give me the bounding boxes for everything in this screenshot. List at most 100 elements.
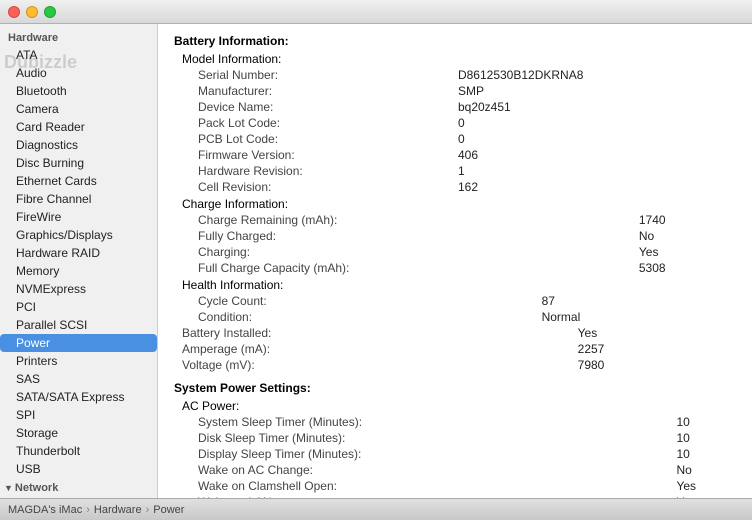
table-row: Voltage (mV):7980 (174, 357, 736, 373)
row-value: Yes (562, 325, 736, 341)
sidebar-item-hardware-raid[interactable]: Hardware RAID (0, 244, 157, 262)
breadcrumb-separator: › (146, 504, 150, 516)
row-label: System Sleep Timer (Minutes): (174, 414, 660, 430)
sidebar-item-graphics-displays[interactable]: Graphics/Displays (0, 226, 157, 244)
sidebar: HardwareATAAudioBluetoothCameraCard Read… (0, 24, 158, 498)
model-info-title: Model Information: (174, 52, 736, 66)
table-row: Hardware Revision:1 (174, 163, 736, 179)
table-row: Charge Remaining (mAh):1740 (174, 212, 736, 228)
table-row: PCB Lot Code:0 (174, 131, 736, 147)
row-value: 2257 (562, 341, 736, 357)
sidebar-item-ata[interactable]: ATA (0, 46, 157, 64)
row-label: Wake on Clamshell Open: (174, 478, 660, 494)
row-label: Cell Revision: (174, 179, 442, 195)
row-label: PCB Lot Code: (174, 131, 442, 147)
breadcrumb-item: Power (153, 504, 184, 516)
sidebar-section-hardware: Hardware (0, 28, 157, 46)
health-info-title: Health Information: (174, 278, 736, 292)
status-bar: MAGDA's iMac›Hardware›Power (0, 498, 752, 520)
row-value: bq20z451 (442, 99, 736, 115)
sidebar-item-storage[interactable]: Storage (0, 424, 157, 442)
maximize-button[interactable] (44, 6, 56, 18)
table-row: Charging:Yes (174, 244, 736, 260)
sidebar-item-firewire[interactable]: FireWire (0, 208, 157, 226)
breadcrumb-separator: › (86, 504, 90, 516)
charge-info-title: Charge Information: (174, 197, 736, 211)
content-area: Battery Information: Model Information:Se… (158, 24, 752, 498)
row-value: 10 (660, 446, 736, 462)
row-label: Condition: (174, 309, 526, 325)
table-row: Full Charge Capacity (mAh):5308 (174, 260, 736, 276)
minimize-button[interactable] (26, 6, 38, 18)
sidebar-item-diagnostics[interactable]: Diagnostics (0, 136, 157, 154)
row-value: 1 (442, 163, 736, 179)
sidebar-item-nvmexpress[interactable]: NVMExpress (0, 280, 157, 298)
table-row: Device Name:bq20z451 (174, 99, 736, 115)
table-row: System Sleep Timer (Minutes):10 (174, 414, 736, 430)
sidebar-item-audio[interactable]: Audio (0, 64, 157, 82)
window-controls[interactable] (8, 6, 56, 18)
sidebar-item-power[interactable]: Power (0, 334, 157, 352)
breadcrumb-item: Hardware (94, 504, 142, 516)
sidebar-item-disc-burning[interactable]: Disc Burning (0, 154, 157, 172)
row-value: SMP (442, 83, 736, 99)
sidebar-item-pci[interactable]: PCI (0, 298, 157, 316)
sidebar-item-printers[interactable]: Printers (0, 352, 157, 370)
sidebar-item-parallel-scsi[interactable]: Parallel SCSI (0, 316, 157, 334)
row-label: Device Name: (174, 99, 442, 115)
row-label: Manufacturer: (174, 83, 442, 99)
sidebar-item-memory[interactable]: Memory (0, 262, 157, 280)
model-info-table: Serial Number:D8612530B12DKRNA8Manufactu… (174, 67, 736, 195)
row-value: Yes (623, 244, 736, 260)
row-label: Cycle Count: (174, 293, 526, 309)
row-label: Pack Lot Code: (174, 115, 442, 131)
sidebar-item-spi[interactable]: SPI (0, 406, 157, 424)
sidebar-item-fibre-channel[interactable]: Fibre Channel (0, 190, 157, 208)
battery-misc-table: Battery Installed:YesAmperage (mA):2257V… (174, 325, 736, 373)
sidebar-section-network: ▼Network (0, 478, 157, 496)
table-row: Condition:Normal (174, 309, 736, 325)
row-value: 0 (442, 115, 736, 131)
table-row: Firmware Version:406 (174, 147, 736, 163)
row-value: 5308 (623, 260, 736, 276)
table-row: Cell Revision:162 (174, 179, 736, 195)
battery-info-title: Battery Information: (174, 34, 736, 48)
row-label: Firmware Version: (174, 147, 442, 163)
sidebar-item-sas[interactable]: SAS (0, 370, 157, 388)
triangle-icon: ▼ (4, 483, 13, 493)
row-value: 10 (660, 414, 736, 430)
sidebar-item-usb[interactable]: USB (0, 460, 157, 478)
row-label: Serial Number: (174, 67, 442, 83)
row-label: Wake on AC Change: (174, 462, 660, 478)
sidebar-item-firewall[interactable]: Firewall (0, 496, 157, 498)
table-row: Wake on Clamshell Open:Yes (174, 478, 736, 494)
sidebar-item-card-reader[interactable]: Card Reader (0, 118, 157, 136)
row-label: Charge Remaining (mAh): (174, 212, 623, 228)
row-label: Display Sleep Timer (Minutes): (174, 446, 660, 462)
table-row: Fully Charged:No (174, 228, 736, 244)
sidebar-item-bluetooth[interactable]: Bluetooth (0, 82, 157, 100)
row-label: Disk Sleep Timer (Minutes): (174, 430, 660, 446)
row-label: Amperage (mA): (174, 341, 562, 357)
table-row: Wake on AC Change:No (174, 462, 736, 478)
row-value: No (623, 228, 736, 244)
sidebar-item-camera[interactable]: Camera (0, 100, 157, 118)
sidebar-section-label: Network (15, 482, 58, 494)
row-value: D8612530B12DKRNA8 (442, 67, 736, 83)
row-value: No (660, 462, 736, 478)
sidebar-item-sata-sata-express[interactable]: SATA/SATA Express (0, 388, 157, 406)
sidebar-item-ethernet-cards[interactable]: Ethernet Cards (0, 172, 157, 190)
row-label: Hardware Revision: (174, 163, 442, 179)
breadcrumb-item: MAGDA's iMac (8, 504, 82, 516)
table-row: Serial Number:D8612530B12DKRNA8 (174, 67, 736, 83)
table-row: Display Sleep Timer (Minutes):10 (174, 446, 736, 462)
row-label: Battery Installed: (174, 325, 562, 341)
row-label: Wake on LAN: (174, 494, 660, 498)
table-row: Battery Installed:Yes (174, 325, 736, 341)
row-label: Full Charge Capacity (mAh): (174, 260, 623, 276)
close-button[interactable] (8, 6, 20, 18)
row-value: 406 (442, 147, 736, 163)
table-row: Pack Lot Code:0 (174, 115, 736, 131)
row-value: 1740 (623, 212, 736, 228)
sidebar-item-thunderbolt[interactable]: Thunderbolt (0, 442, 157, 460)
